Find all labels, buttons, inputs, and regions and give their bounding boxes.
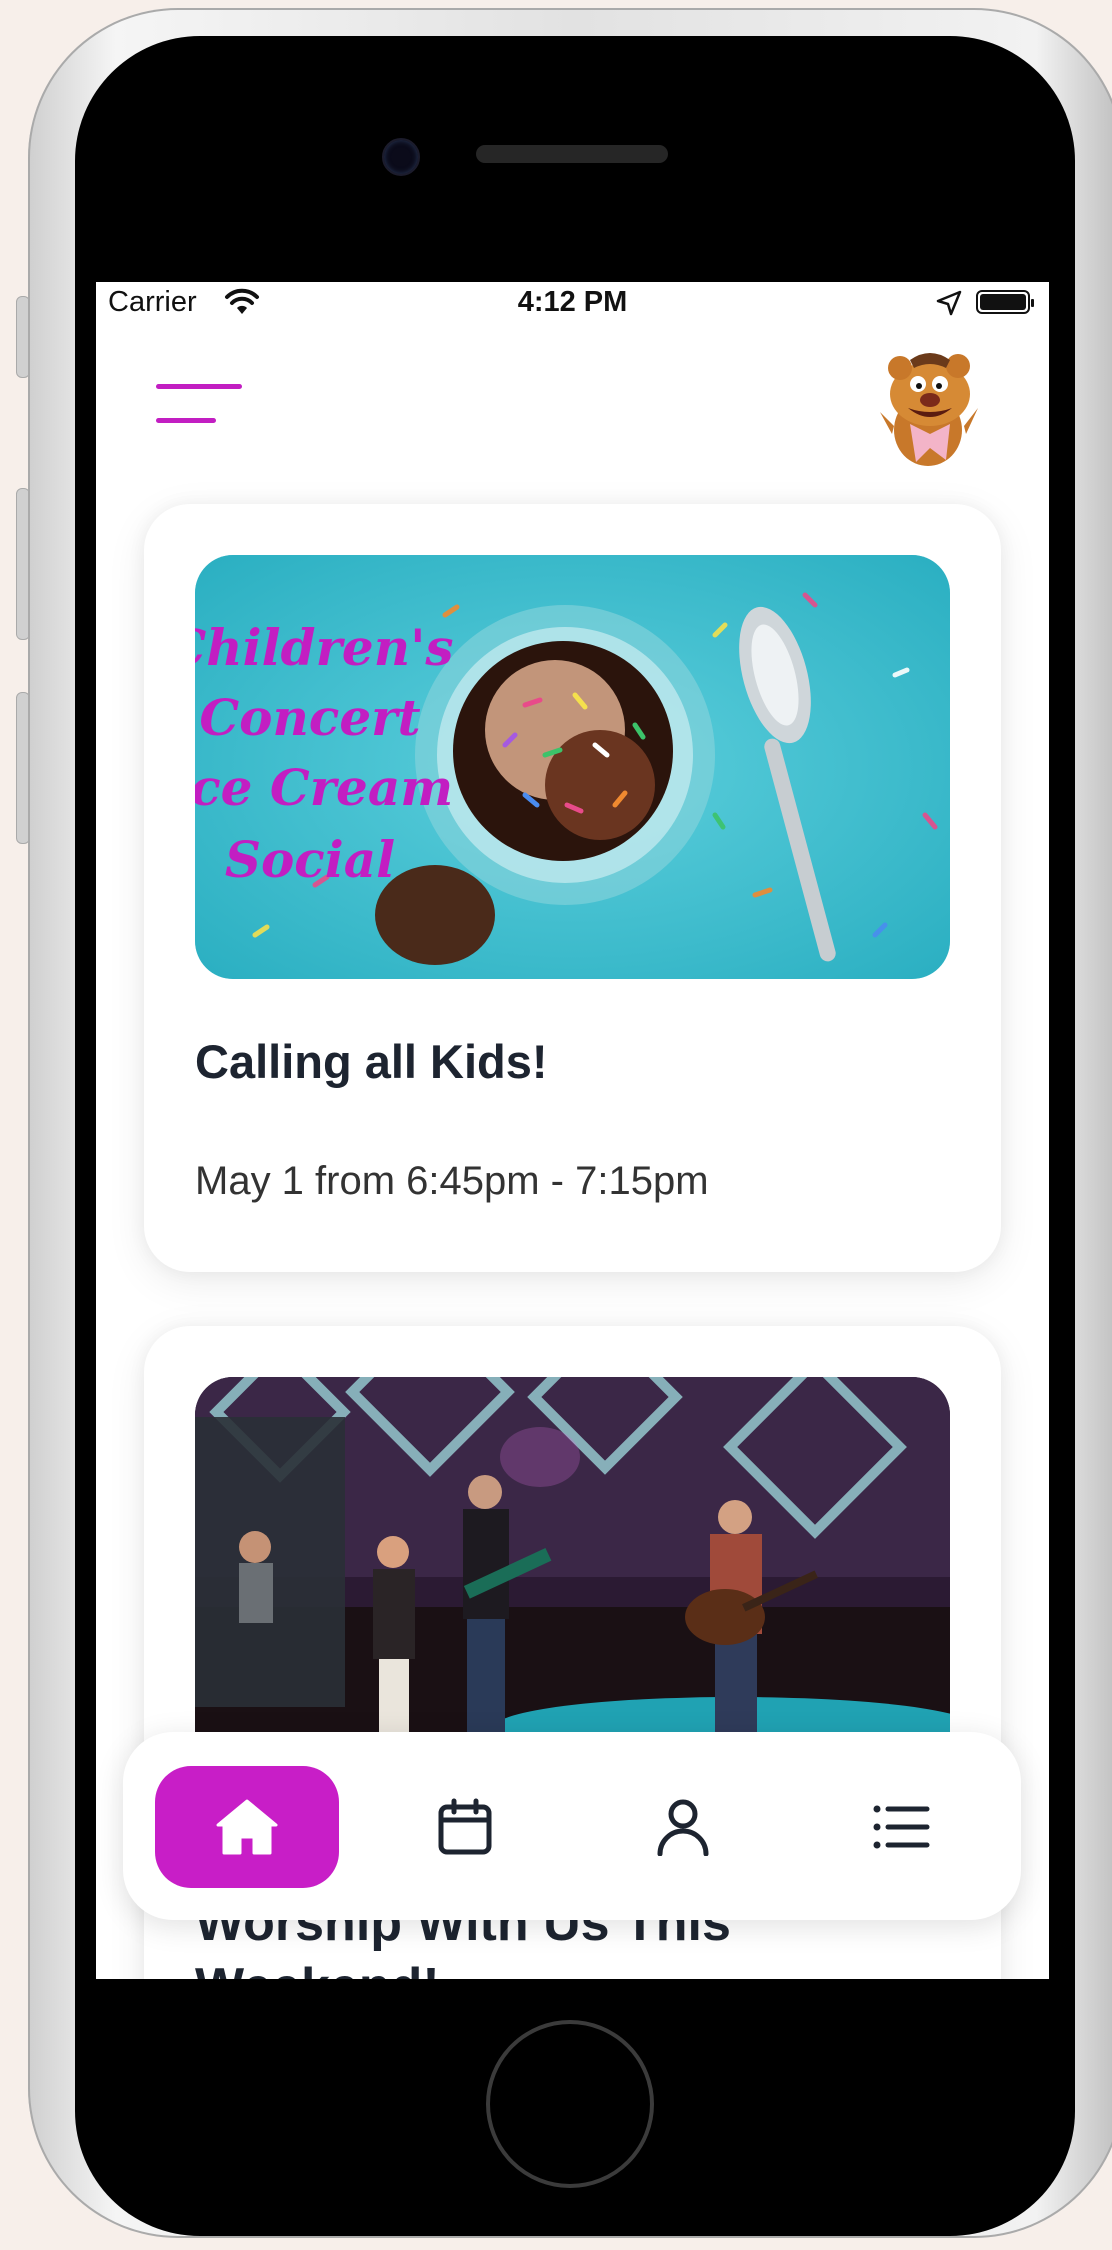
location-arrow-icon [936, 290, 962, 316]
calendar-icon [438, 1798, 492, 1855]
menu-button[interactable] [156, 382, 244, 426]
event-title: Calling all Kids! [195, 1035, 548, 1088]
status-time: 4:12 PM [517, 286, 628, 318]
event-date: May 1 from 6:45pm - 7:15pm [195, 1159, 709, 1203]
home-button[interactable] [486, 2020, 654, 2188]
battery-icon [976, 290, 1034, 314]
front-camera [382, 138, 420, 176]
tab-list[interactable] [809, 1766, 993, 1888]
tab-profile[interactable] [591, 1766, 775, 1888]
earpiece-speaker [476, 145, 668, 163]
ice-cream-photo: Children's Concert Ice Cream Social [195, 555, 950, 979]
hamburger-menu-icon [156, 384, 242, 389]
list-icon [873, 1805, 930, 1849]
app-screen: Carrier 4:12 PM Children's Concert Ice C… [96, 282, 1049, 1979]
image-text-line: Children's [195, 618, 454, 677]
image-text-line: Ice Cream [195, 758, 453, 817]
tab-home[interactable] [155, 1766, 339, 1888]
home-icon [216, 1799, 278, 1855]
profile-icon [657, 1799, 709, 1856]
image-text-line: Social [225, 830, 395, 889]
hamburger-menu-icon-line [156, 418, 216, 423]
image-text-line: Concert [199, 688, 420, 747]
bottom-tab-bar [123, 1732, 1021, 1920]
avatar[interactable] [866, 342, 996, 472]
event-card[interactable]: Children's Concert Ice Cream Social Call… [144, 504, 1001, 1272]
event-image-ice-cream: Children's Concert Ice Cream Social [195, 555, 950, 979]
status-bar: Carrier 4:12 PM [96, 282, 1049, 324]
tab-calendar[interactable] [373, 1766, 557, 1888]
